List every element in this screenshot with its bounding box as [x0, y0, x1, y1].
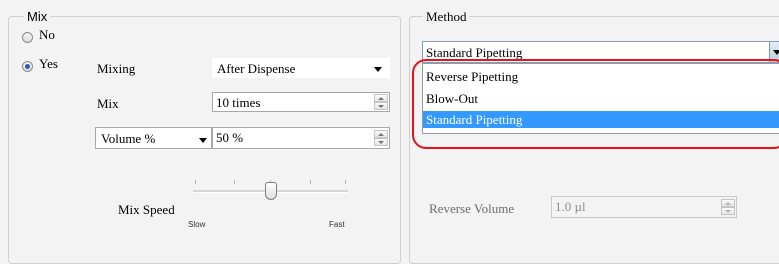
volume-buttons: [374, 130, 388, 146]
mixing-dropdown[interactable]: After Dispense: [212, 58, 390, 78]
reverse-volume-spinner[interactable]: 1.0 µl: [551, 196, 737, 218]
mix-times-spinner[interactable]: 10 times: [212, 92, 390, 112]
mixing-label: Mixing: [97, 61, 136, 76]
slider-tick: [234, 180, 235, 184]
mix-times-value: 10 times: [216, 95, 261, 110]
chevron-down-icon: [199, 138, 207, 143]
spin-down-icon[interactable]: [374, 138, 388, 146]
radio-no[interactable]: [22, 32, 33, 43]
speed-fast-label: Fast: [329, 220, 345, 229]
volume-mode-dropdown[interactable]: Volume %: [95, 127, 212, 149]
spin-up-icon[interactable]: [374, 94, 388, 102]
slider-tick: [195, 180, 196, 184]
reverse-volume-value: 1.0 µl: [555, 199, 586, 214]
mix-speed-label: Mix Speed: [118, 202, 175, 217]
mix-legend: Mix: [24, 9, 51, 24]
volume-spinner[interactable]: 50 %: [212, 127, 390, 149]
spin-up-icon[interactable]: [374, 130, 388, 138]
speed-slow-label: Slow: [188, 220, 206, 229]
chevron-down-icon: [773, 50, 779, 55]
spin-up-icon[interactable]: [721, 199, 735, 207]
mix-times-buttons: [374, 94, 388, 110]
reverse-volume-label: Reverse Volume: [429, 201, 515, 216]
mix-label: Mix: [97, 96, 119, 111]
spin-down-icon[interactable]: [721, 207, 735, 215]
mix-speed-slider[interactable]: [193, 180, 348, 216]
annotation-highlight-ring: [412, 59, 779, 149]
radio-yes[interactable]: [22, 61, 33, 72]
slider-thumb[interactable]: [265, 182, 277, 200]
radio-no-label: No: [39, 27, 55, 42]
method-legend: Method: [423, 9, 470, 25]
chevron-down-icon: [374, 67, 382, 72]
slider-tick: [345, 180, 346, 184]
volume-value: 50 %: [216, 130, 244, 145]
slider-tick: [310, 180, 311, 184]
radio-yes-label: Yes: [39, 56, 58, 71]
spin-down-icon[interactable]: [374, 102, 388, 110]
mixing-value: After Dispense: [217, 61, 296, 76]
reverse-volume-buttons: [721, 199, 735, 215]
volume-mode-value: Volume %: [101, 131, 156, 146]
